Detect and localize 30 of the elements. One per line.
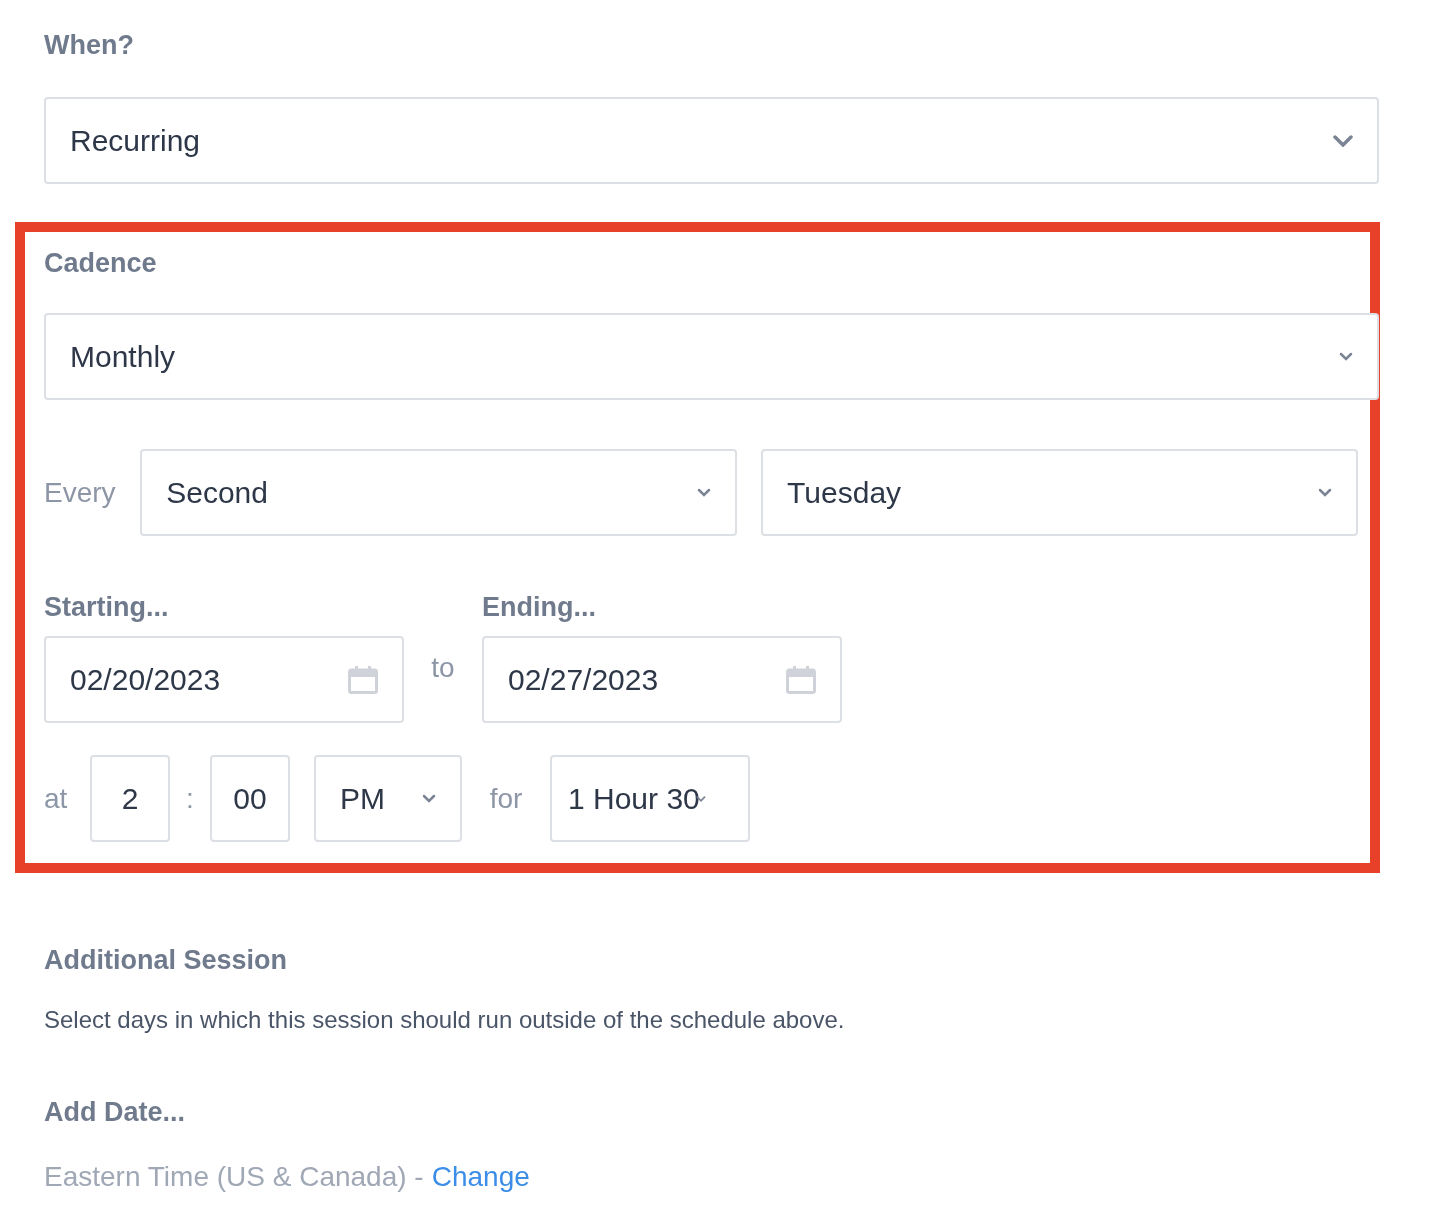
- at-label: at: [44, 782, 69, 815]
- field-label: Cadence: [44, 247, 158, 280]
- chevron-down-icon: [1339, 352, 1353, 361]
- calendar-icon: [348, 665, 378, 694]
- when-select[interactable]: Recurring: [44, 97, 1379, 184]
- chevron-down-icon: [422, 794, 436, 803]
- ordinal-select[interactable]: Second: [140, 449, 738, 536]
- every-label: Every: [44, 476, 117, 509]
- calendar-icon: [786, 665, 816, 694]
- to-label: to: [430, 652, 456, 684]
- time-separator: :: [185, 782, 195, 815]
- meridiem-select[interactable]: PM: [314, 755, 462, 842]
- section-title: Additional Session: [44, 944, 289, 977]
- start-date-field[interactable]: 02/20/2023: [44, 636, 404, 723]
- chevron-down-icon: [697, 488, 712, 497]
- cadence-select[interactable]: Monthly: [44, 313, 1379, 400]
- section-description: Select days in which this session should run outside of the schedule above.: [44, 1005, 846, 1035]
- minute-field[interactable]: 00: [210, 755, 290, 842]
- hour-field[interactable]: 2: [90, 755, 170, 842]
- duration-select[interactable]: 1 Hour 30: [550, 755, 750, 842]
- add-date-label: Add Date...: [44, 1096, 186, 1129]
- chevron-down-icon: [1318, 488, 1332, 497]
- chevron-down-icon: [1333, 134, 1353, 147]
- weekday-select[interactable]: Tuesday: [761, 449, 1358, 536]
- end-date-field[interactable]: 02/27/2023: [482, 636, 842, 723]
- field-label: Ending...: [482, 592, 597, 624]
- timezone-text: Eastern Time (US & Canada) -: [44, 1161, 424, 1193]
- for-label: for: [488, 782, 524, 815]
- field-label: When?: [44, 29, 135, 62]
- field-label: Starting...: [44, 592, 170, 624]
